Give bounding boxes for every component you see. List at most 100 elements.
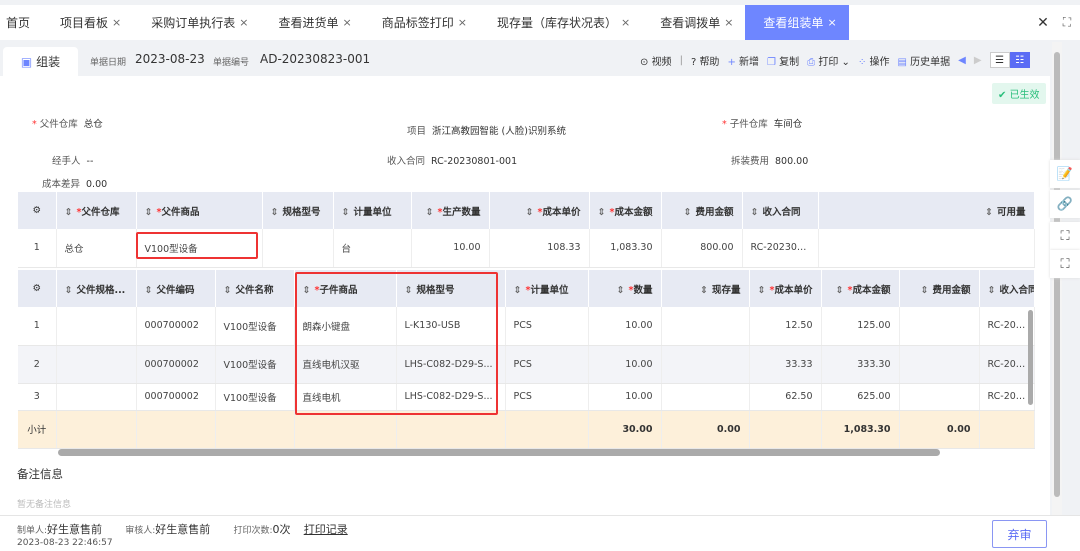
table-cell[interactable]: 33.33 bbox=[749, 345, 822, 384]
tab-4[interactable]: 商品标签打印 × bbox=[364, 5, 479, 40]
column-header[interactable]: ⇕ *生产数量 bbox=[411, 192, 490, 229]
table-cell[interactable] bbox=[661, 345, 750, 384]
column-header[interactable]: ⇕ 现存量 bbox=[661, 270, 750, 307]
table-cell[interactable]: V100型设备 bbox=[215, 345, 295, 384]
table-cell[interactable]: PCS bbox=[505, 383, 589, 411]
table-cell[interactable] bbox=[56, 383, 137, 411]
close-icon[interactable]: × bbox=[827, 16, 836, 29]
table-cell[interactable]: 总仓 bbox=[56, 229, 137, 268]
attachment-icon[interactable]: 🔗 bbox=[1050, 190, 1080, 218]
table-cell[interactable]: RC-20230 bbox=[979, 307, 1035, 346]
tab-7[interactable]: 查看组装单 × bbox=[745, 5, 849, 40]
table-cell[interactable]: RC-20230 bbox=[979, 383, 1035, 411]
table-cell[interactable]: V100型设备 bbox=[215, 383, 295, 411]
fullscreen-icon[interactable]: ⛶ bbox=[1054, 5, 1080, 40]
table-cell[interactable] bbox=[899, 383, 980, 411]
table-cell[interactable] bbox=[262, 229, 334, 268]
list-view-button[interactable]: ☰ bbox=[989, 52, 1010, 68]
table-cell[interactable]: 62.50 bbox=[749, 383, 822, 411]
table-cell[interactable] bbox=[899, 307, 980, 346]
table-cell[interactable]: 10.00 bbox=[588, 383, 662, 411]
table-cell[interactable]: 12.50 bbox=[749, 307, 822, 346]
detail-view-button[interactable]: ☷ bbox=[1009, 52, 1030, 68]
table-cell[interactable]: 1 bbox=[18, 229, 57, 268]
table-cell[interactable]: PCS bbox=[505, 307, 589, 346]
tab-6[interactable]: 查看调拨单 × bbox=[642, 5, 745, 40]
column-header[interactable]: ⇕ *成本金额 bbox=[821, 270, 900, 307]
abandon-audit-button[interactable]: 弃审 bbox=[992, 520, 1047, 548]
table-cell[interactable] bbox=[818, 229, 1035, 268]
table-vertical-scrollbar[interactable] bbox=[1028, 310, 1033, 405]
close-icon[interactable]: × bbox=[112, 16, 121, 29]
table-cell[interactable]: 625.00 bbox=[821, 383, 900, 411]
tab-5[interactable]: 现存量（库存状况表） × bbox=[479, 5, 642, 40]
table-cell[interactable]: 1,083.30 bbox=[589, 229, 662, 268]
column-header[interactable]: ⇕ 父件名称 bbox=[215, 270, 295, 307]
doc-type-tab[interactable]: ▣ 组装 bbox=[3, 47, 78, 76]
column-header[interactable]: ⇕ *父件商品 bbox=[136, 192, 263, 229]
column-header[interactable]: ⇕ 父件编码 bbox=[136, 270, 216, 307]
table-cell[interactable]: 台 bbox=[333, 229, 412, 268]
table-cell[interactable]: 000700002 bbox=[136, 345, 216, 384]
table-cell[interactable]: 2 bbox=[18, 345, 57, 384]
copy-button[interactable]: ❐ 复制 bbox=[767, 53, 799, 68]
table-cell[interactable]: V100型设备 bbox=[215, 307, 295, 346]
table-cell[interactable]: 10.00 bbox=[588, 307, 662, 346]
add-button[interactable]: + 新增 bbox=[727, 53, 759, 68]
table-cell[interactable]: 800.00 bbox=[661, 229, 743, 268]
column-header[interactable]: ⇕ 计量单位 bbox=[333, 192, 412, 229]
column-header[interactable]: ⇕ *成本单价 bbox=[749, 270, 822, 307]
table-cell[interactable]: PCS bbox=[505, 345, 589, 384]
table-cell[interactable] bbox=[56, 345, 137, 384]
column-header[interactable]: ⇕ 规格型号 bbox=[262, 192, 334, 229]
table-cell[interactable] bbox=[661, 307, 750, 346]
close-icon[interactable]: × bbox=[724, 16, 733, 29]
table-cell[interactable] bbox=[899, 345, 980, 384]
column-header[interactable]: ⇕ 可用量 bbox=[818, 192, 1035, 229]
column-header[interactable]: ⇕ 收入合同 bbox=[742, 192, 819, 229]
close-icon[interactable]: × bbox=[239, 16, 248, 29]
tab-1[interactable]: 项目看板 × bbox=[42, 5, 133, 40]
column-header[interactable]: ⇕ 费用金额 bbox=[899, 270, 980, 307]
parent-scan-icon[interactable]: ⛶ bbox=[1050, 222, 1080, 250]
table-cell[interactable]: 10.00 bbox=[411, 229, 490, 268]
prev-icon[interactable]: ◀ bbox=[958, 55, 966, 66]
tab-0[interactable]: 首页 bbox=[0, 5, 42, 40]
column-header[interactable]: ⇕ *成本金额 bbox=[589, 192, 662, 229]
column-header[interactable]: ⇕ *父件仓库 bbox=[56, 192, 137, 229]
tab-2[interactable]: 采购订单执行表 × bbox=[133, 5, 260, 40]
operations-button[interactable]: ⁘ 操作 bbox=[858, 53, 890, 68]
page-scrollbar[interactable] bbox=[1052, 42, 1062, 515]
settings-icon[interactable]: ⚙ bbox=[18, 192, 57, 229]
table-horizontal-scrollbar[interactable] bbox=[58, 449, 940, 456]
history-button[interactable]: ▤ 历史单据 bbox=[898, 53, 951, 68]
note-icon[interactable]: 📝 bbox=[1050, 160, 1080, 188]
table-cell[interactable]: 000700002 bbox=[136, 307, 216, 346]
table-cell[interactable]: 1 bbox=[18, 307, 57, 346]
table-cell[interactable]: 125.00 bbox=[821, 307, 900, 346]
table-cell[interactable]: RC-20230 bbox=[979, 345, 1035, 384]
child-scan-icon[interactable]: ⛶ bbox=[1050, 250, 1080, 278]
table-cell[interactable]: 3 bbox=[18, 383, 57, 411]
table-cell[interactable]: 333.30 bbox=[821, 345, 900, 384]
video-button[interactable]: ⊙ 视频 bbox=[640, 53, 672, 68]
column-header[interactable]: ⇕ 费用金额 bbox=[661, 192, 743, 229]
table-cell[interactable] bbox=[661, 383, 750, 411]
close-icon[interactable]: × bbox=[621, 16, 630, 29]
column-header[interactable]: ⇕ 收入合同 bbox=[979, 270, 1035, 307]
table-cell[interactable]: RC-202308... bbox=[742, 229, 819, 268]
column-header[interactable]: ⇕ *数量 bbox=[588, 270, 662, 307]
table-cell[interactable]: 10.00 bbox=[588, 345, 662, 384]
column-header[interactable]: ⇕ *成本单价 bbox=[489, 192, 590, 229]
column-header[interactable]: ⇕ 父件规格... bbox=[56, 270, 137, 307]
help-button[interactable]: ? 帮助 bbox=[691, 53, 720, 68]
settings-icon[interactable]: ⚙ bbox=[18, 270, 57, 307]
table-cell[interactable]: 000700002 bbox=[136, 383, 216, 411]
close-icon[interactable]: × bbox=[458, 16, 467, 29]
next-icon[interactable]: ▶ bbox=[974, 55, 982, 66]
print-button[interactable]: ⎙ 打印 ⌄ bbox=[807, 53, 850, 68]
close-icon[interactable]: × bbox=[343, 16, 352, 29]
table-cell[interactable]: 108.33 bbox=[489, 229, 590, 268]
column-header[interactable]: ⇕ *计量单位 bbox=[505, 270, 589, 307]
table-cell[interactable] bbox=[56, 307, 137, 346]
